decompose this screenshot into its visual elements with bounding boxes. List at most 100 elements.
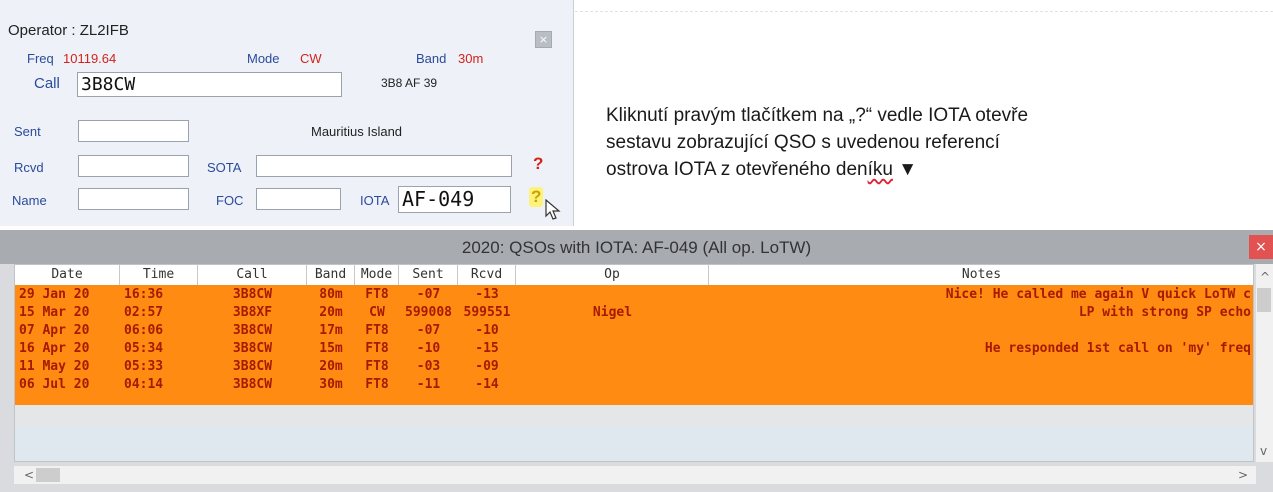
cell-op — [520, 322, 705, 340]
column-header-mode[interactable]: Mode — [355, 265, 399, 285]
cell-call: 3B8CW — [232, 359, 273, 374]
cell-band: 17m — [319, 323, 343, 338]
table-header: Date Time Call Band Mode Sent Rcvd Op Notes — [15, 265, 1253, 286]
cell-rcvd: -10 — [475, 323, 499, 338]
country-name: Mauritius Island — [311, 124, 403, 139]
scroll-up-icon[interactable]: ^ — [1260, 270, 1270, 284]
band-label: Band — [416, 51, 447, 66]
column-header-band[interactable]: Band — [307, 265, 355, 285]
cell-mode: FT8 — [365, 359, 389, 374]
name-field[interactable] — [78, 188, 189, 210]
prefix-info: 3B8 AF 39 — [381, 76, 438, 90]
column-header-op[interactable]: Op — [516, 265, 709, 285]
cell-date: 07 Apr 20 — [19, 323, 90, 338]
call-field[interactable]: 3B8CW — [77, 72, 342, 97]
cell-band: 30m — [319, 377, 343, 392]
cell-date: 06 Jul 20 — [19, 377, 90, 392]
divider — [575, 11, 1273, 12]
scroll-left-icon[interactable]: < — [24, 468, 34, 482]
table-row[interactable]: 06 Jul 20 04:14 3B8CW 30m FT8 -11 -14 — [15, 376, 1253, 394]
operator-title: Operator : ZL2IFB — [8, 22, 129, 39]
column-header-sent[interactable]: Sent — [399, 265, 458, 285]
cell-band: 20m — [319, 305, 343, 320]
foc-label: FOC — [216, 193, 244, 208]
close-icon[interactable]: × — [535, 31, 552, 48]
cell-rcvd: -14 — [475, 377, 499, 392]
iota-help-icon[interactable]: ? — [529, 187, 544, 207]
cell-sent: -10 — [416, 341, 441, 356]
scroll-right-icon[interactable]: > — [1238, 468, 1248, 482]
name-label: Name — [12, 193, 47, 208]
cell-sent: -07 — [416, 287, 441, 302]
cell-date: 16 Apr 20 — [19, 341, 90, 356]
cell-sent: 599008 — [405, 305, 452, 320]
iota-label: IOTA — [360, 193, 390, 208]
cell-sent: -07 — [416, 323, 441, 338]
cell-op — [520, 340, 705, 358]
column-header-time[interactable]: Time — [120, 265, 198, 285]
table-row[interactable]: 16 Apr 20 05:34 3B8CW 15m FT8 -10 -15 He respon… — [15, 340, 1253, 358]
table-row[interactable]: 07 Apr 20 06:06 3B8CW 17m FT8 -07 -10 — [15, 322, 1253, 340]
cell-call: 3B8CW — [232, 341, 273, 356]
sota-help-icon[interactable]: ? — [533, 154, 543, 174]
column-header-notes[interactable]: Notes — [709, 265, 1253, 285]
table-body: 29 Jan 20 16:36 3B8CW 80m FT8 -07 -13 Nice! He … — [15, 285, 1253, 405]
cell-call: 3B8CW — [232, 287, 273, 302]
freq-label: Freq — [27, 51, 54, 66]
cell-mode: FT8 — [365, 323, 389, 338]
cell-notes: He responded 1st call on 'my' freq — [984, 341, 1251, 356]
sota-field[interactable] — [256, 155, 512, 177]
cell-mode: FT8 — [365, 287, 389, 302]
annotation-line-1: Kliknutí pravým tlačítkem na „?“ vedle I… — [606, 105, 1029, 126]
foc-field[interactable] — [256, 188, 341, 210]
cell-notes — [713, 376, 1251, 394]
vertical-scroll-thumb[interactable] — [1257, 288, 1271, 312]
cell-rcvd: -15 — [475, 341, 499, 356]
cell-mode: FT8 — [365, 377, 389, 392]
cell-time: 06:06 — [124, 323, 164, 338]
iota-field[interactable]: AF-049 — [398, 186, 511, 213]
cell-notes — [713, 322, 1251, 340]
table-row[interactable]: 29 Jan 20 16:36 3B8CW 80m FT8 -07 -13 Nice! He … — [15, 286, 1253, 304]
cell-sent: -11 — [416, 377, 441, 392]
qso-table[interactable]: Date Time Call Band Mode Sent Rcvd Op Notes 29 J… — [14, 264, 1254, 462]
cell-date: 29 Jan 20 — [19, 287, 90, 302]
cell-time: 04:14 — [124, 377, 164, 392]
cell-rcvd: -13 — [475, 287, 499, 302]
close-icon[interactable]: × — [1249, 235, 1273, 259]
band-value: 30m — [458, 51, 484, 66]
cell-time: 16:36 — [124, 287, 164, 302]
call-label: Call — [34, 75, 60, 92]
annotation-text: Kliknutí pravým tlačítkem na „?“ vedle I… — [606, 102, 1246, 183]
annotation-line-2: sestavu zobrazující QSO s uvedenou refer… — [606, 132, 1000, 153]
horizontal-scrollbar[interactable] — [14, 466, 1256, 484]
scroll-down-icon[interactable]: v — [1260, 444, 1267, 458]
annotation-line-3-misspelled: íku — [867, 159, 893, 180]
rcvd-label: Rcvd — [14, 160, 44, 175]
report-title: 2020: QSOs with IOTA: AF-049 (All op. Lo… — [461, 238, 812, 257]
table-row[interactable]: 15 Mar 20 02:57 3B8XF 20m CW 599008 599551 Nige… — [15, 304, 1253, 322]
cell-rcvd: 599551 — [463, 305, 511, 320]
cell-notes — [713, 358, 1251, 376]
column-header-rcvd[interactable]: Rcvd — [458, 265, 516, 285]
cell-call: 3B8CW — [232, 323, 273, 338]
table-row[interactable]: 11 May 20 05:33 3B8CW 20m FT8 -03 -09 — [15, 358, 1253, 376]
column-header-call[interactable]: Call — [198, 265, 307, 285]
column-header-date[interactable]: Date — [15, 265, 120, 285]
cell-call: 3B8CW — [232, 377, 273, 392]
cell-op — [520, 358, 705, 376]
rcvd-field[interactable] — [78, 155, 189, 177]
horizontal-scroll-thumb[interactable] — [36, 468, 60, 482]
sent-field[interactable] — [78, 120, 189, 142]
annotation-line-3-arrow: ▼ — [892, 159, 918, 180]
cell-band: 15m — [319, 341, 343, 356]
mode-value: CW — [300, 51, 322, 66]
cell-band: 80m — [319, 287, 343, 302]
cell-sent: -03 — [416, 359, 441, 374]
cell-time: 05:34 — [124, 341, 164, 356]
cell-rcvd: -09 — [475, 359, 499, 374]
cell-date: 11 May 20 — [19, 359, 90, 374]
cell-band: 20m — [319, 359, 343, 374]
cell-notes: LP with strong SP echo — [1078, 305, 1251, 320]
cell-mode: CW — [369, 305, 385, 320]
